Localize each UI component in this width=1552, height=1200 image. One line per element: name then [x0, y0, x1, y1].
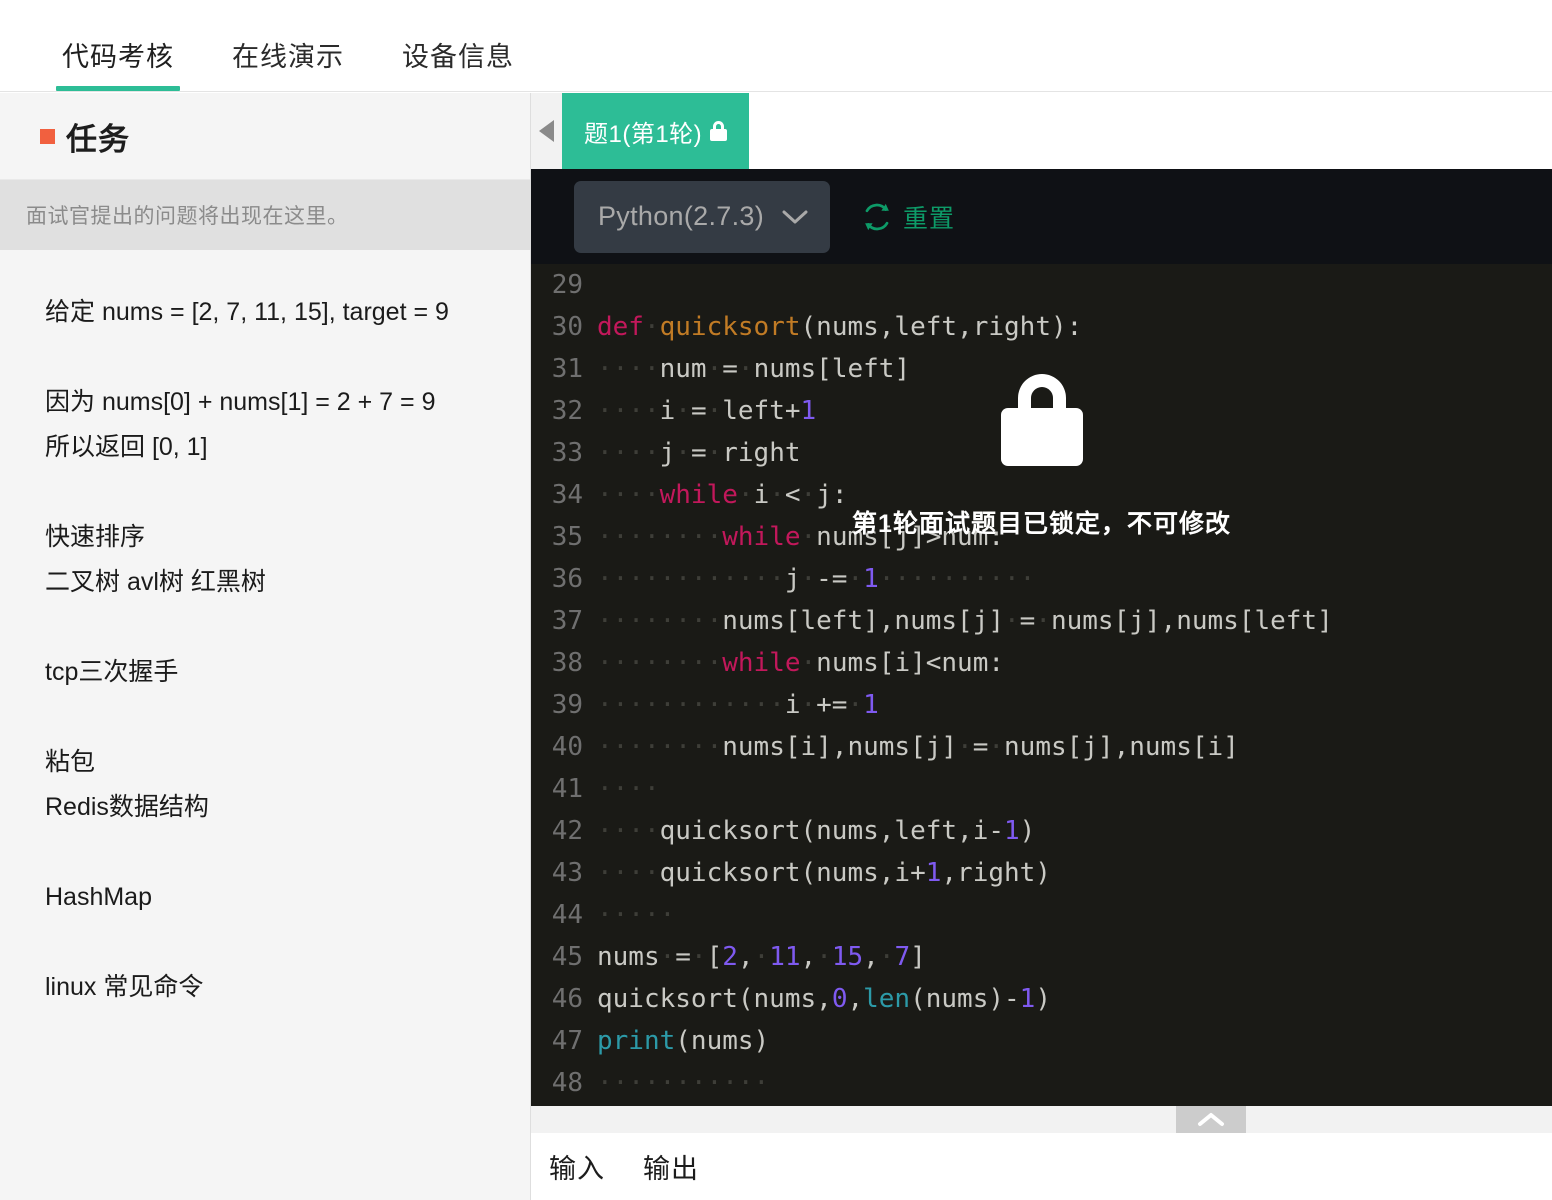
code-line[interactable]: 34 ····while·i·<·j:: [531, 480, 1552, 522]
code-line-content: nums·=·[2,·11,·15,·7]: [597, 942, 926, 972]
code-line-content: ········while·nums[i]<num:: [597, 648, 1005, 678]
square-bullet-icon: [40, 128, 55, 144]
collapse-io-panel-button[interactable]: [1176, 1106, 1246, 1133]
line-number: 33: [551, 438, 583, 468]
code-line[interactable]: 33 ····j·=·right: [531, 438, 1552, 480]
prev-question-arrow-button[interactable]: [531, 93, 562, 169]
task-header: 任务: [0, 93, 530, 180]
task-placeholder-text: 面试官提出的问题将出现在这里。: [0, 180, 530, 250]
code-line[interactable]: 48 ···········: [531, 1068, 1552, 1106]
line-number: 42: [551, 816, 583, 846]
task-block: 粘包 Redis数据结构: [45, 748, 209, 821]
code-line-content: ····quicksort(nums,left,i-1): [597, 816, 1036, 846]
code-line-content: ········nums[left],nums[j]·=·nums[j],num…: [597, 606, 1333, 636]
code-line-content: def·quicksort(nums,left,right):: [597, 312, 1083, 342]
line-number: 37: [551, 606, 583, 636]
io-panel-divider: [531, 1106, 1552, 1133]
language-select[interactable]: Python(2.7.3): [574, 180, 830, 253]
reset-button[interactable]: 重置: [862, 199, 955, 235]
code-editor[interactable]: 29 30 def·quicksort(nums,left,right): 31 ···…: [531, 264, 1552, 1106]
code-line[interactable]: 30 def·quicksort(nums,left,right):: [531, 312, 1552, 354]
line-number: 43: [551, 858, 583, 888]
line-number: 32: [551, 396, 583, 426]
code-line-content: ····quicksort(nums,i+1,right): [597, 858, 1051, 888]
line-number: 41: [551, 774, 583, 804]
task-content: 给定 nums = [2, 7, 11, 15], target = 9 因为 …: [0, 250, 530, 1010]
line-number: 30: [551, 312, 583, 342]
code-line[interactable]: 35 ········while·nums[j]>num:: [531, 522, 1552, 564]
code-line[interactable]: 47 print(nums): [531, 1026, 1552, 1068]
line-number: 31: [551, 354, 583, 384]
task-block: 给定 nums = [2, 7, 11, 15], target = 9: [45, 298, 449, 326]
code-line-content: print(nums): [597, 1026, 770, 1056]
code-line-content: ····: [597, 774, 660, 804]
triangle-left-icon: [539, 120, 554, 142]
code-line[interactable]: 41 ····: [531, 774, 1552, 816]
task-block: linux 常见命令: [45, 973, 204, 1001]
line-number: 45: [551, 942, 583, 972]
line-number: 29: [551, 270, 583, 300]
io-tab-output[interactable]: 输出: [643, 1147, 699, 1186]
io-panel: 输入 输出: [531, 1133, 1552, 1200]
code-line[interactable]: 29: [531, 270, 1552, 312]
chevron-up-icon: [1198, 1112, 1224, 1126]
code-line-content: ····j·=·right: [597, 438, 801, 468]
task-block: HashMap: [45, 883, 152, 911]
task-block: 因为 nums[0] + nums[1] = 2 + 7 = 9 所以返回 [0…: [45, 388, 436, 461]
task-title: 任务: [66, 121, 130, 157]
line-number: 35: [551, 522, 583, 552]
line-number: 47: [551, 1026, 583, 1056]
code-line[interactable]: 38 ········while·nums[i]<num:: [531, 648, 1552, 690]
line-number: 36: [551, 564, 583, 594]
code-lines[interactable]: 29 30 def·quicksort(nums,left,right): 31 ···…: [531, 270, 1552, 1106]
code-line[interactable]: 32 ····i·=·left+1: [531, 396, 1552, 438]
question-tab-1[interactable]: 题1(第1轮): [562, 93, 750, 169]
code-line-content: ············i·+=·1: [597, 690, 879, 720]
code-line-content: ········while·nums[j]>num:: [597, 522, 1005, 552]
code-line[interactable]: 37 ········nums[left],nums[j]·=·nums[j],n…: [531, 606, 1552, 648]
line-number: 39: [551, 690, 583, 720]
code-line[interactable]: 46 quicksort(nums,0,len(nums)-1): [531, 984, 1552, 1026]
code-line[interactable]: 36 ············j·-=·1··········: [531, 564, 1552, 606]
code-line[interactable]: 31 ····num·=·nums[left]: [531, 354, 1552, 396]
code-line-content: ····num·=·nums[left]: [597, 354, 911, 384]
line-number: 40: [551, 732, 583, 762]
line-number: 48: [551, 1068, 583, 1098]
tab-code-assessment[interactable]: 代码考核: [56, 44, 180, 91]
code-line[interactable]: 39 ············i·+=·1: [531, 690, 1552, 732]
task-block: 快速排序 二叉树 avl树 红黑树: [45, 523, 266, 596]
code-line-content: ····i·=·left+1: [597, 396, 817, 426]
app-root: 代码考核 在线演示 设备信息 任务 面试官提出的问题将出现在这里。 给定 num…: [0, 0, 1552, 1200]
question-tab-label: 题1(第1轮): [584, 120, 703, 148]
reset-label: 重置: [903, 204, 956, 233]
line-number: 44: [551, 900, 583, 930]
code-line-content: ···········: [597, 1068, 770, 1098]
editor-column: 题1(第1轮) Python(2.7.3) 重置 29 30 def·quick…: [531, 93, 1552, 1200]
code-line-content: ·····: [597, 900, 676, 930]
code-line[interactable]: 42 ····quicksort(nums,left,i-1): [531, 816, 1552, 858]
code-line-content: ····while·i·<·j:: [597, 480, 848, 510]
code-line-content: ········nums[i],nums[j]·=·nums[j],nums[i…: [597, 732, 1239, 762]
top-navigation-bar: 代码考核 在线演示 设备信息: [0, 0, 1552, 92]
lock-icon: [710, 121, 728, 141]
code-line[interactable]: 40 ········nums[i],nums[j]·=·nums[j],nums…: [531, 732, 1552, 774]
editor-toolbar: Python(2.7.3) 重置: [531, 169, 1552, 264]
line-number: 34: [551, 480, 583, 510]
code-line[interactable]: 43 ····quicksort(nums,i+1,right): [531, 858, 1552, 900]
io-tab-input[interactable]: 输入: [549, 1147, 605, 1186]
code-line[interactable]: 45 nums·=·[2,·11,·15,·7]: [531, 942, 1552, 984]
line-number: 46: [551, 984, 583, 1014]
question-tab-bar: 题1(第1轮): [531, 93, 1552, 169]
task-sidebar: 任务 面试官提出的问题将出现在这里。 给定 nums = [2, 7, 11, …: [0, 93, 531, 1200]
code-line[interactable]: 44 ·····: [531, 900, 1552, 942]
tab-online-demo[interactable]: 在线演示: [232, 44, 344, 91]
chevron-down-icon: [782, 210, 808, 223]
language-select-value: Python(2.7.3): [598, 201, 764, 231]
task-block: tcp三次握手: [45, 658, 179, 686]
code-line-content: quicksort(nums,0,len(nums)-1): [597, 984, 1051, 1014]
tab-device-info[interactable]: 设备信息: [402, 44, 514, 91]
code-line-content: ············j·-=·1··········: [597, 564, 1036, 594]
refresh-icon: [865, 203, 889, 230]
line-number: 38: [551, 648, 583, 678]
